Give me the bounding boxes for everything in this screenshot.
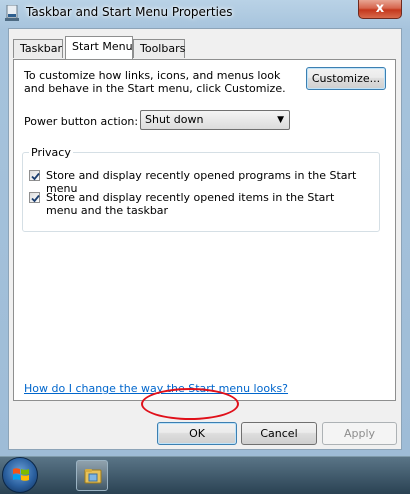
properties-window: Taskbar and Start Menu Properties x Task… bbox=[0, 0, 410, 457]
power-button-label: Power button action: bbox=[24, 115, 139, 128]
power-button-value: Shut down bbox=[145, 113, 204, 126]
tab-start-menu[interactable]: Start Menu bbox=[65, 36, 133, 59]
title-bar[interactable]: Taskbar and Start Menu Properties x bbox=[0, 0, 410, 28]
tab-toolbars[interactable]: Toolbars bbox=[133, 39, 185, 58]
window-title: Taskbar and Start Menu Properties bbox=[26, 5, 233, 19]
tab-taskbar[interactable]: Taskbar bbox=[13, 39, 63, 58]
customize-description: To customize how links, icons, and menus… bbox=[24, 69, 286, 95]
items-checkbox-label: Store and display recently opened items … bbox=[46, 191, 335, 217]
help-link[interactable]: How do I change the way the Start menu l… bbox=[24, 382, 288, 395]
customize-button[interactable]: Customize... bbox=[306, 67, 386, 90]
chevron-down-icon: ▼ bbox=[277, 115, 284, 125]
taskbar bbox=[0, 456, 410, 494]
privacy-title: Privacy bbox=[29, 146, 73, 159]
taskbar-icon bbox=[5, 4, 19, 21]
taskbar-app-explorer[interactable] bbox=[76, 460, 108, 491]
ok-button[interactable]: OK bbox=[157, 422, 237, 445]
start-button[interactable] bbox=[2, 457, 38, 493]
windows-logo-icon bbox=[13, 468, 29, 481]
checkmark-icon bbox=[31, 194, 40, 203]
cancel-button[interactable]: Cancel bbox=[241, 422, 317, 445]
explorer-folder-icon bbox=[84, 469, 102, 484]
privacy-group: Privacy Store and display recently opene… bbox=[22, 146, 380, 232]
programs-checkbox[interactable] bbox=[29, 170, 40, 181]
power-button-select[interactable]: Shut down ▼ bbox=[140, 110, 290, 130]
close-icon: x bbox=[375, 1, 385, 16]
items-checkbox[interactable] bbox=[29, 192, 40, 203]
start-menu-panel: To customize how links, icons, and menus… bbox=[13, 59, 396, 401]
close-button[interactable]: x bbox=[358, 0, 402, 19]
checkmark-icon bbox=[31, 172, 40, 181]
apply-button[interactable]: Apply bbox=[322, 422, 397, 445]
dialog-body: Taskbar Start Menu Toolbars To customize… bbox=[8, 28, 402, 450]
